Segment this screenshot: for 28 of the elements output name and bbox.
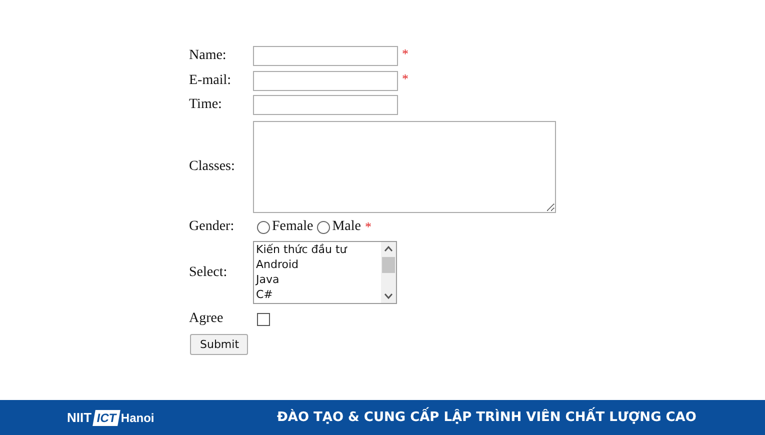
field-label: Classes: xyxy=(189,159,236,175)
scrollbar-thumb[interactable] xyxy=(382,257,395,273)
logo-text: NIIT xyxy=(67,410,92,425)
field-label: E-mail: xyxy=(189,73,232,89)
field-label: Select: xyxy=(189,264,228,280)
required-mark: * xyxy=(402,46,408,62)
list-option[interactable]: Android xyxy=(256,257,379,272)
radio-label: Male xyxy=(332,219,361,235)
field-label: Time: xyxy=(189,97,223,113)
radio-button[interactable] xyxy=(317,220,330,234)
list-option[interactable]: Java xyxy=(256,272,379,287)
logo-text: Hanoi xyxy=(120,410,154,424)
text-field[interactable] xyxy=(253,95,398,115)
list-option[interactable]: C# xyxy=(256,287,379,302)
field-label: Gender: xyxy=(189,219,236,235)
radio-button[interactable] xyxy=(257,220,270,234)
submit-button[interactable]: Submit xyxy=(190,334,248,355)
agree-checkbox[interactable] xyxy=(257,312,270,326)
required-mark: * xyxy=(402,71,408,87)
select-listbox[interactable]: Kiến thức đầu tư Android Java C# xyxy=(253,241,397,304)
text-field[interactable] xyxy=(253,71,398,91)
field-label: Agree xyxy=(189,311,224,327)
logo-badge: ICT xyxy=(92,410,120,426)
required-mark: * xyxy=(364,219,372,235)
field-label: Name: xyxy=(189,48,228,64)
radio-label: Female xyxy=(272,219,314,235)
text-field[interactable] xyxy=(253,46,398,66)
list-option[interactable]: Kiến thức đầu tư xyxy=(256,242,379,257)
